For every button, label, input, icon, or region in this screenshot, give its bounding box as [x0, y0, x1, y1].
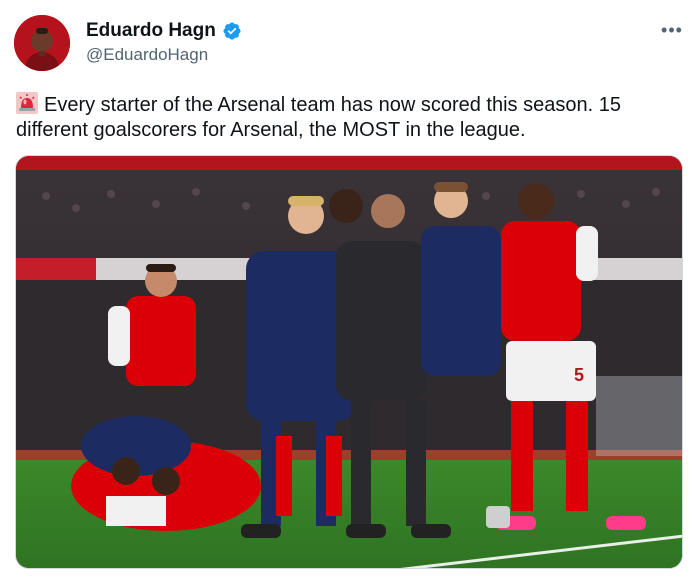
display-name[interactable]: Eduardo Hagn	[86, 20, 216, 42]
more-options-button[interactable]: •••	[660, 20, 684, 40]
celebration-photo: 5	[16, 156, 682, 568]
tweet-photo[interactable]: 5	[15, 155, 683, 569]
kit-number: 5	[574, 365, 584, 385]
rotating-light-icon	[16, 92, 38, 114]
verified-badge-icon	[222, 21, 242, 41]
name-row: Eduardo Hagn	[86, 20, 242, 42]
handle[interactable]: @EduardoHagn	[86, 45, 208, 65]
tweet-text: Every starter of the Arsenal team has no…	[16, 94, 621, 141]
tweet-card: Eduardo Hagn @EduardoHagn ••• Every star…	[0, 0, 700, 584]
avatar[interactable]	[14, 15, 70, 71]
tweet-text-container: Every starter of the Arsenal team has no…	[16, 92, 676, 143]
avatar-image	[14, 15, 70, 71]
more-options-icon: •••	[661, 20, 683, 40]
